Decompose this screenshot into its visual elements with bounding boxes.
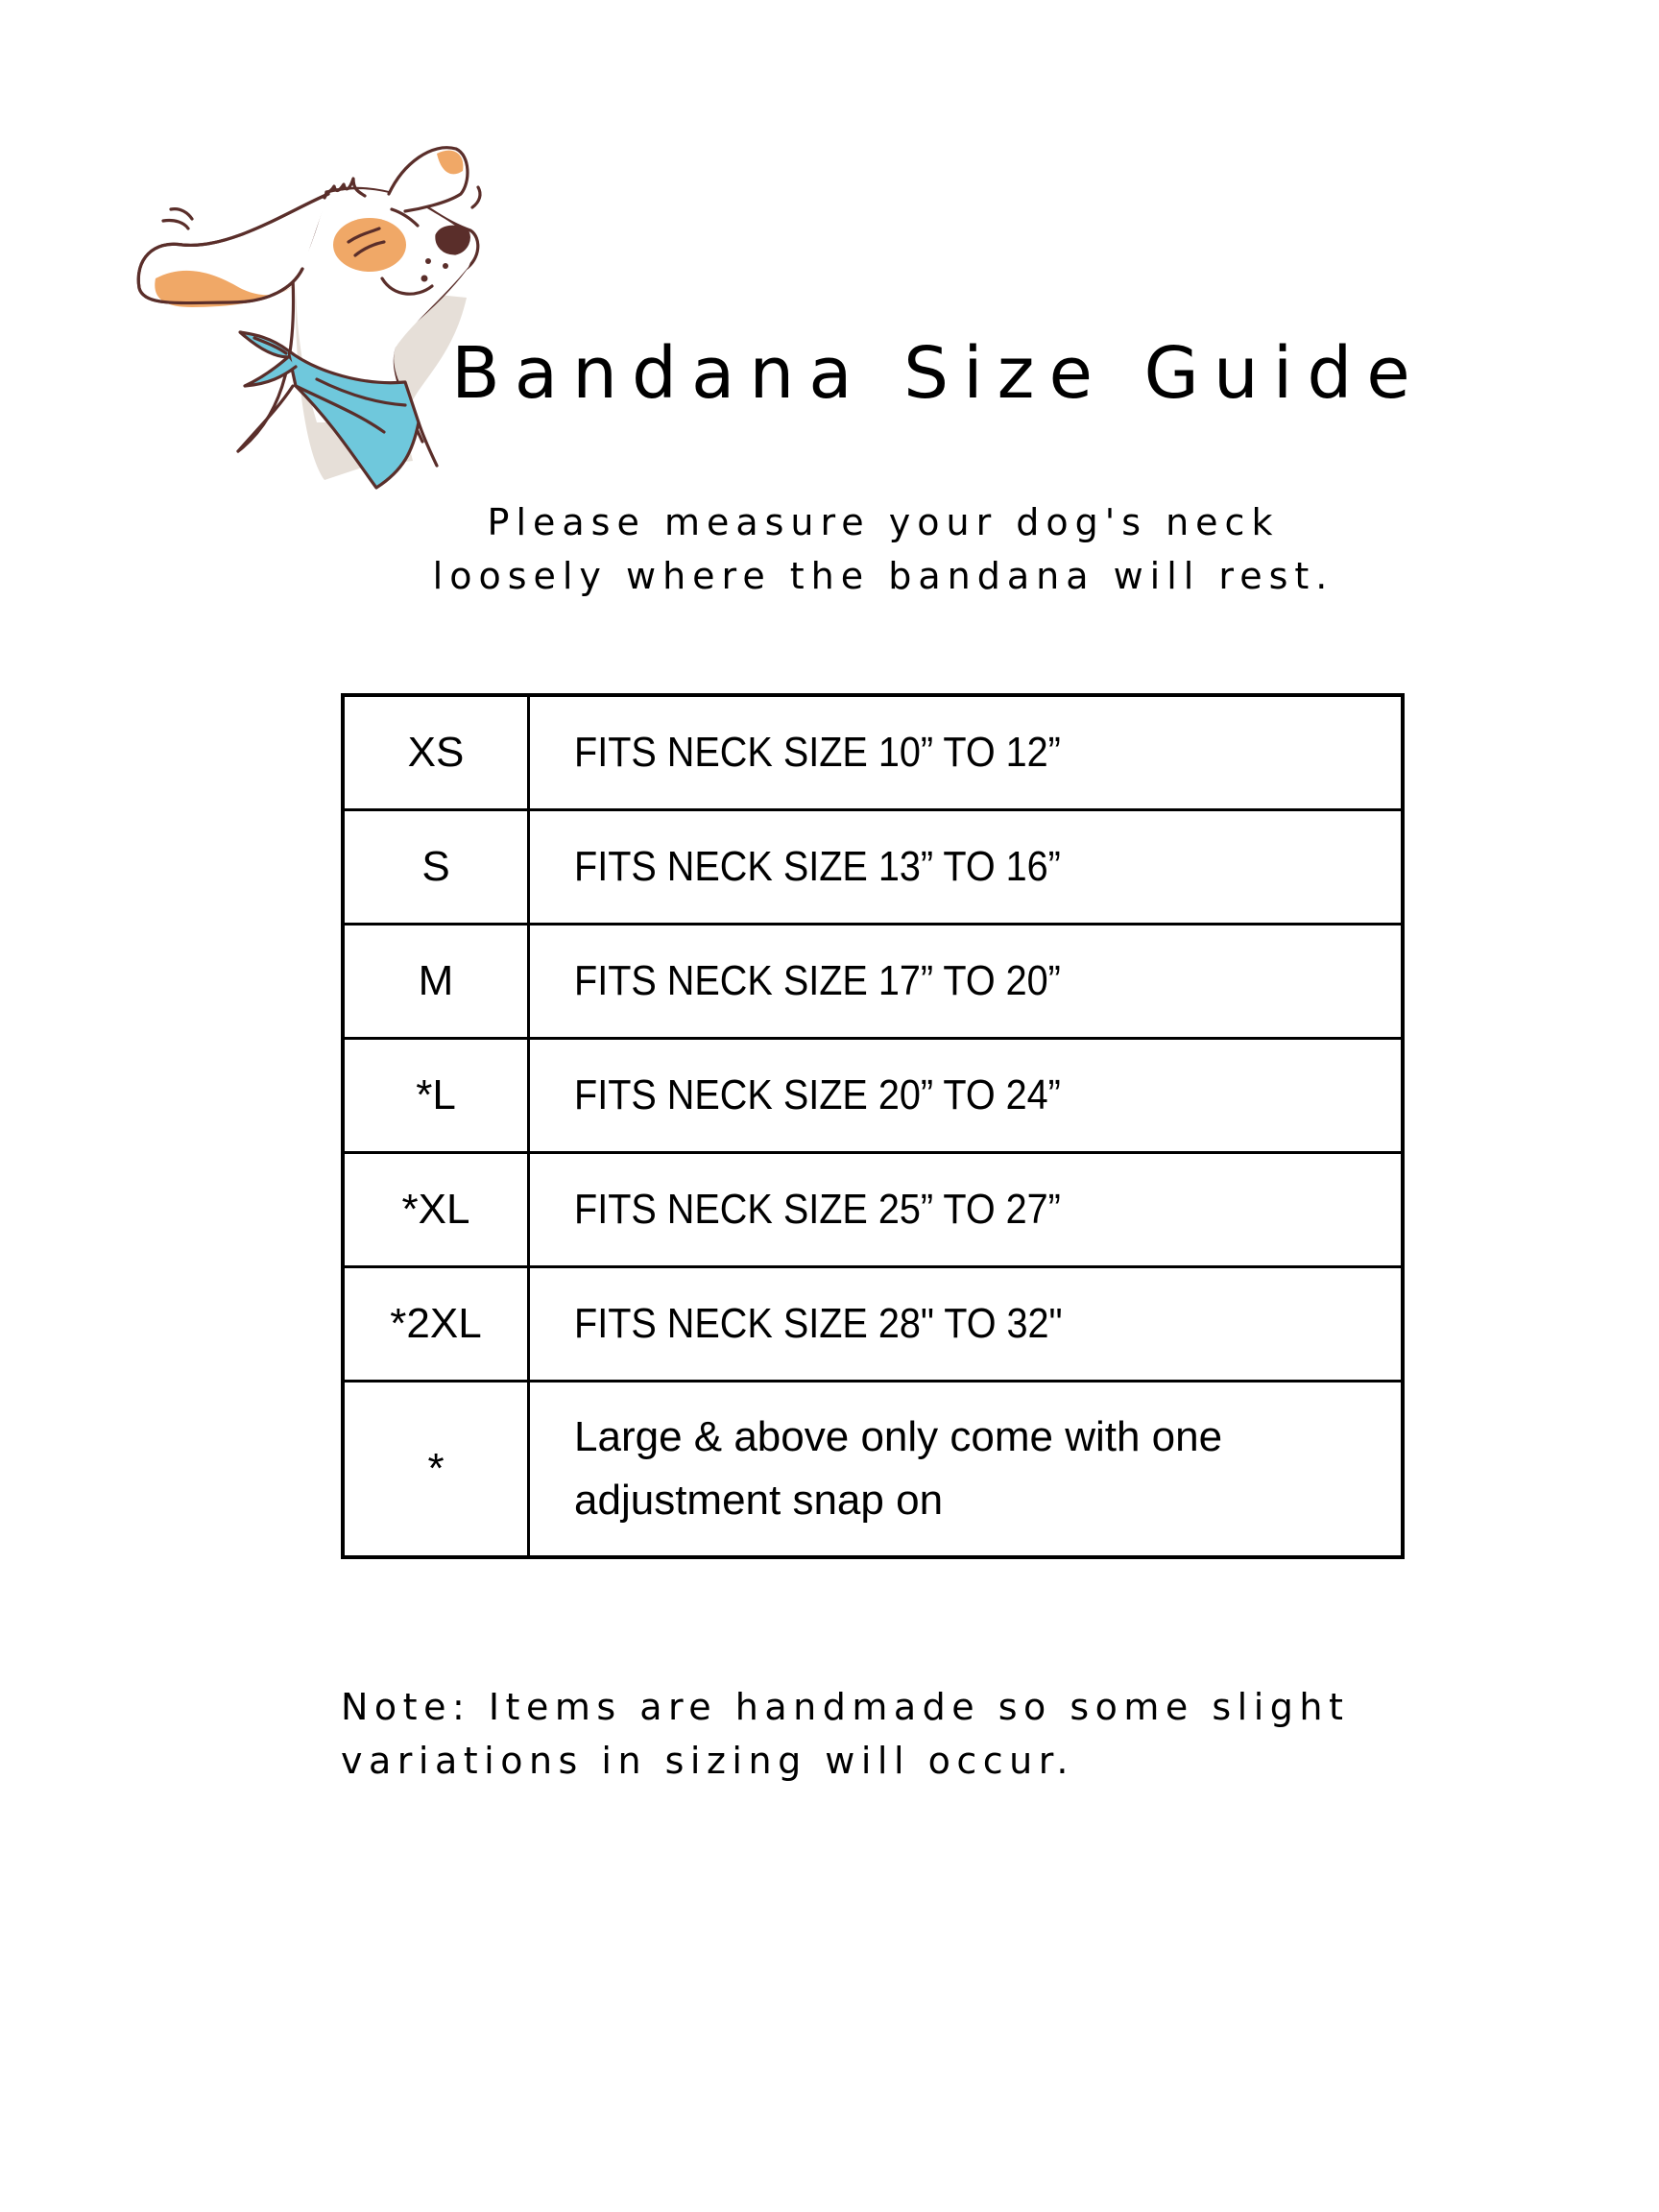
table-row: XS FITS NECK SIZE 10” TO 12” [341,693,1405,811]
size-description: FITS NECK SIZE 28" TO 32" [527,1264,1405,1382]
size-label: *L [341,1036,530,1154]
size-description: FITS NECK SIZE 17” TO 20” [527,922,1405,1040]
note-description: Large & above only come with one adjustm… [527,1379,1405,1559]
size-description: FITS NECK SIZE 13” TO 16” [527,807,1405,926]
size-description-text: FITS NECK SIZE 10” TO 12” [574,728,1061,776]
size-description-text: FITS NECK SIZE 17” TO 20” [574,956,1061,1004]
table-row: M FITS NECK SIZE 17” TO 20” [341,922,1405,1040]
measurement-instructions: Please measure your dog's neck loosely w… [403,495,1363,603]
size-description-text: FITS NECK SIZE 25” TO 27” [574,1185,1061,1233]
table-note-row: * Large & above only come with one adjus… [341,1379,1405,1559]
size-table: XS FITS NECK SIZE 10” TO 12” S FITS NECK… [341,693,1405,1559]
size-label: *XL [341,1150,530,1268]
size-label: XS [341,693,530,811]
size-label: *2XL [341,1264,530,1382]
size-description-text: FITS NECK SIZE 20” TO 24” [574,1070,1061,1118]
note-symbol: * [341,1379,530,1559]
dog-with-bandana-icon [136,146,482,490]
table-row: *XL FITS NECK SIZE 25” TO 27” [341,1150,1405,1268]
size-description: FITS NECK SIZE 10” TO 12” [527,693,1405,811]
size-description-text: FITS NECK SIZE 28" TO 32" [574,1299,1063,1347]
handmade-note-line-1: Note: Items are handmade so some slight [341,1686,1350,1728]
table-row: *L FITS NECK SIZE 20” TO 24” [341,1036,1405,1154]
instructions-line-1: Please measure your dog's neck [487,501,1280,543]
table-row: *2XL FITS NECK SIZE 28" TO 32" [341,1264,1405,1382]
handmade-note-line-2: variations in sizing will occur. [341,1740,1074,1782]
note-text: Large & above only come with one adjustm… [574,1412,1223,1524]
table-row: S FITS NECK SIZE 13” TO 16” [341,807,1405,926]
page-title: Bandana Size Guide [451,332,1425,415]
instructions-line-2: loosely where the bandana will rest. [432,555,1334,597]
size-description-text: FITS NECK SIZE 13” TO 16” [574,842,1061,890]
size-description: FITS NECK SIZE 20” TO 24” [527,1036,1405,1154]
handmade-note: Note: Items are handmade so some slight … [341,1680,1416,1788]
size-label: M [341,922,530,1040]
size-description: FITS NECK SIZE 25” TO 27” [527,1150,1405,1268]
size-label: S [341,807,530,926]
